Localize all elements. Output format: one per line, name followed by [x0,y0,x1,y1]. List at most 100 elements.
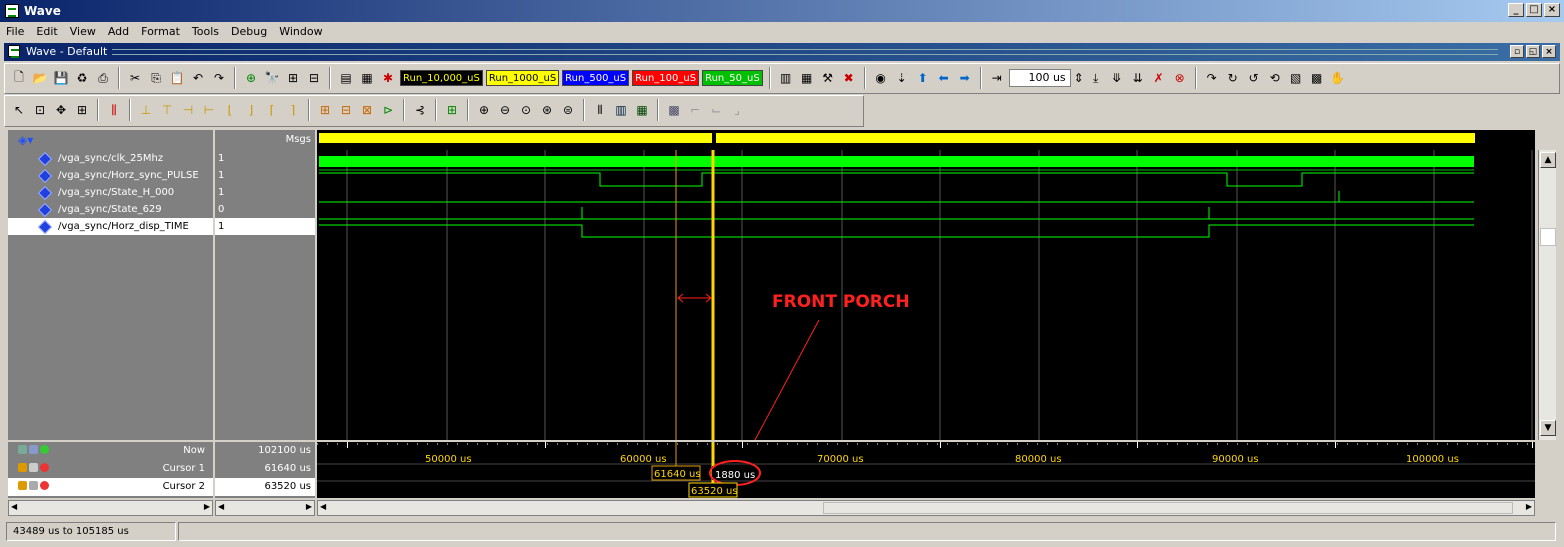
zoom-full-icon[interactable]: ⊙ [517,101,535,119]
select-cursor-icon[interactable]: ↖ [10,101,28,119]
run-1000-button[interactable]: Run_1000_uS [485,70,560,86]
menu-window[interactable]: Window [273,22,328,38]
tools-icon[interactable]: ⚒ [819,69,837,87]
menu-format[interactable]: Format [135,22,186,38]
expanded-time-icon[interactable]: ▦ [633,101,651,119]
undock-button[interactable]: ▫ [1510,45,1524,58]
prev-edge-icon[interactable]: ⊣ [179,101,197,119]
cursor-go-icon[interactable]: ⊳ [379,101,397,119]
zoom-mode-icon[interactable]: ⊡ [31,101,49,119]
scroll-right-icon[interactable]: ▶ [204,502,210,511]
add-icon[interactable]: ⊕ [242,69,260,87]
scroll-right-icon[interactable]: ▶ [306,502,312,511]
waveform-pane[interactable]: FRONT PORCH [317,150,1535,440]
delete-cursor-icon[interactable]: ⊟ [337,101,355,119]
add-cursor-icon[interactable]: ⊞ [316,101,334,119]
run-10000-button[interactable]: Run_10,000_uS [400,70,483,86]
wave-scroll-thumb[interactable] [823,502,1513,514]
redo-icon[interactable]: ↷ [210,69,228,87]
signal-row[interactable]: /vga_sync/State_629 [8,201,213,218]
delta-mode-icon[interactable]: ⌐ [686,101,704,119]
record-icon[interactable]: ◉ [872,69,890,87]
find-rising-edge-icon[interactable]: ⊥ [137,101,155,119]
scroll-up-button[interactable]: ▲ [1540,152,1556,168]
signal-row-selected[interactable]: /vga_sync/Horz_disp_TIME [8,218,213,235]
now-edit-icon[interactable] [18,445,27,454]
timeline-pane[interactable]: 50000 us 60000 us 70000 us 80000 us 9000… [317,442,1535,498]
edit-mode-icon[interactable]: ⊞ [73,101,91,119]
continue-icon[interactable]: ⤋ [1108,69,1126,87]
break-icon[interactable]: ✱ [379,69,397,87]
open-folder-icon[interactable]: 📂 [31,69,49,87]
copy-icon[interactable]: ⎘ [147,69,165,87]
maximize-button[interactable]: □ [1526,3,1542,17]
first-edge-icon[interactable]: ⌈ [263,101,281,119]
signal-menu-icon[interactable]: ◈▾ [18,133,33,147]
last-edge-icon[interactable]: ⌉ [284,101,302,119]
menu-edit[interactable]: Edit [30,22,63,38]
lock-cursor-icon[interactable]: ⊠ [358,101,376,119]
compile-icon[interactable]: ▤ [337,69,355,87]
pencil-icon[interactable] [29,463,38,472]
menu-debug[interactable]: Debug [225,22,273,38]
remove-icon[interactable]: ✖ [840,69,858,87]
wave-format-icon[interactable]: ⊞ [443,101,461,119]
spin-icon[interactable]: ⇕ [1074,69,1084,87]
waveform-compress-icon[interactable]: ▩ [665,101,683,119]
values-hscroll[interactable]: ◀ ▶ [215,500,315,516]
run-100-button[interactable]: Run_100_uS [632,70,700,86]
hand-icon[interactable]: ✋ [1329,69,1347,87]
run-500-button[interactable]: Run_500_uS [562,70,630,86]
new-file-icon[interactable]: 🗋 [10,69,28,87]
print-icon[interactable]: ⎙ [94,69,112,87]
save-icon[interactable]: 💾 [52,69,70,87]
reload-icon[interactable]: ♻ [73,69,91,87]
breakpoint-icon[interactable]: ⫼ [105,101,123,119]
paste-icon[interactable]: 📋 [168,69,186,87]
signal-row[interactable]: /vga_sync/State_H_000 [8,184,213,201]
minimize-button[interactable]: _ [1508,3,1524,17]
remove-cursor-icon[interactable] [40,463,49,472]
scroll-left-icon[interactable]: ◀ [11,502,17,511]
signal-row[interactable]: /vga_sync/clk_25Mhz [8,150,213,167]
undo-icon[interactable]: ↶ [189,69,207,87]
wave-hscroll[interactable]: ◀ ▶ [317,500,1535,516]
cursor-row[interactable]: Cursor 1 [8,460,213,478]
scroll-left-icon[interactable]: ◀ [218,502,224,511]
cut-icon[interactable]: ✂ [126,69,144,87]
add-cursor-circle-icon[interactable] [40,445,49,454]
up-arrow-icon[interactable]: ⬆ [914,69,932,87]
event-mode-icon[interactable]: ⌙ [707,101,725,119]
next-edge-icon[interactable]: ⊢ [200,101,218,119]
show-cursor-icon[interactable]: ⫴ [591,101,609,119]
zoom-out-icon[interactable]: ⊖ [496,101,514,119]
scroll-left-icon[interactable]: ◀ [320,502,326,511]
vertical-scrollbar[interactable]: ▲ ▼ [1538,150,1556,440]
prev-transition-icon[interactable]: ⌊ [221,101,239,119]
cursor-row-selected[interactable]: Cursor 2 [8,478,213,496]
menu-tools[interactable]: Tools [186,22,225,38]
menu-add[interactable]: Add [102,22,135,38]
names-hscroll[interactable]: ◀ ▶ [8,500,213,516]
stop-icon[interactable]: ⊗ [1171,69,1189,87]
layout-icon[interactable]: ▥ [777,69,795,87]
insert-divider-icon[interactable]: ⊰ [411,101,429,119]
run-all-icon[interactable]: ⇊ [1129,69,1147,87]
scroll-thumb[interactable] [1540,228,1556,246]
tree-icon[interactable]: ⊞ [284,69,302,87]
find-falling-edge-icon[interactable]: ⊤ [158,101,176,119]
run-50-button[interactable]: Run_50_uS [702,70,763,86]
run-length-input[interactable]: 100 us [1008,69,1071,87]
pan-icon[interactable]: ✥ [52,101,70,119]
remove-cursor-icon[interactable] [40,481,49,490]
forward-arrow-icon[interactable]: ➡ [956,69,974,87]
signal-row[interactable]: /vga_sync/Horz_sync_PULSE [8,167,213,184]
lock-icon[interactable] [18,481,27,490]
menu-file[interactable]: File [0,22,30,38]
find-icon[interactable]: 🔭 [263,69,281,87]
pencil-icon[interactable] [29,481,38,490]
now-view-icon[interactable] [29,445,38,454]
run-icon[interactable]: ⤓ [1087,69,1105,87]
break-run-icon[interactable]: ✗ [1150,69,1168,87]
float-button[interactable]: ◱ [1526,45,1540,58]
